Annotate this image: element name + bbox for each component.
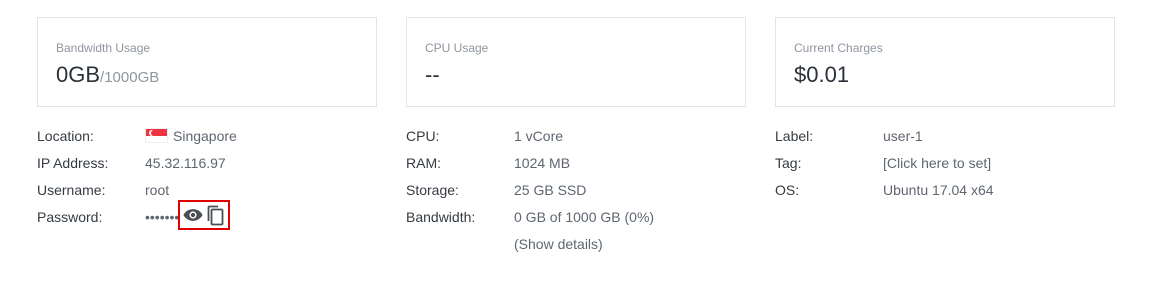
ip-address-value: 45.32.116.97 [145,155,226,171]
storage-label: Storage: [406,182,459,198]
server-meta: Label: user-1 Tag: [Click here to set] O… [775,126,1115,207]
tag-row: Tag: [Click here to set] [775,153,1115,180]
bandwidth-row: Bandwidth: 0 GB of 1000 GB (0%) [406,207,746,234]
tag-label: Tag: [775,155,802,171]
password-actions-highlight [178,200,230,230]
label-row: Label: user-1 [775,126,1115,153]
bandwidth-usage-value: 0GB/1000GB [56,62,159,88]
location-value-wrap: Singapore [145,126,237,146]
server-specs: CPU: 1 vCore RAM: 1024 MB Storage: 25 GB… [406,126,746,261]
cpu-row: CPU: 1 vCore [406,126,746,153]
storage-row: Storage: 25 GB SSD [406,180,746,207]
cpu-usage-value: -- [425,62,440,87]
storage-value: 25 GB SSD [514,182,587,198]
os-row: OS: Ubuntu 17.04 x64 [775,180,1115,207]
ram-label: RAM: [406,155,441,171]
password-masked: ••••••• [145,209,180,225]
show-details-row: (Show details) [406,234,746,261]
server-overview: Bandwidth Usage 0GB/1000GB CPU Usage -- … [0,0,1158,285]
singapore-flag-icon [145,128,168,143]
bandwidth-total: /1000GB [100,69,160,86]
bandwidth-used: 0GB [56,62,101,87]
location-value: Singapore [173,128,237,144]
label-label: Label: [775,128,814,144]
current-charges-value: $0.01 [794,62,850,87]
ip-address-row: IP Address: 45.32.116.97 [37,153,377,180]
password-label: Password: [37,209,103,225]
current-charges-card: Current Charges $0.01 [775,17,1115,107]
cpu-label: CPU: [406,128,440,144]
set-tag-link[interactable]: [Click here to set] [883,153,991,173]
location-label: Location: [37,128,94,144]
bandwidth-usage-card: Bandwidth Usage 0GB/1000GB [37,17,377,107]
show-details-link[interactable]: (Show details) [514,234,603,254]
username-value: root [145,182,170,198]
current-charges-label: Current Charges [794,41,883,55]
os-label: OS: [775,182,800,198]
label-value-link[interactable]: user-1 [883,126,923,146]
cpu-value: 1 vCore [514,128,564,144]
location-row: Location: Singapore [37,126,377,153]
cpu-usage-label: CPU Usage [425,41,489,55]
ram-row: RAM: 1024 MB [406,153,746,180]
cpu-usage-card: CPU Usage -- [406,17,746,107]
os-value: Ubuntu 17.04 x64 [883,182,994,198]
ram-value: 1024 MB [514,155,571,171]
copy-icon[interactable] [206,204,224,226]
server-access-details: Location: Singapore IP Address: 45.32.11… [37,126,377,234]
ip-address-label: IP Address: [37,155,109,171]
bandwidth-usage-label: Bandwidth Usage [56,41,151,55]
username-label: Username: [37,182,106,198]
eye-icon[interactable] [183,207,203,223]
bandwidth-label: Bandwidth: [406,209,476,225]
password-row: Password: ••••••• [37,200,377,234]
bandwidth-value: 0 GB of 1000 GB (0%) [514,209,655,225]
